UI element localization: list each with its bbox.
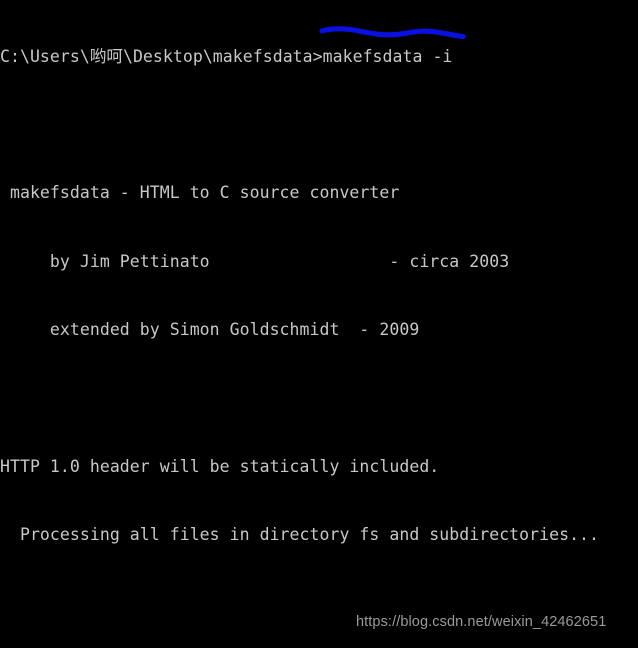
csdn-blog-watermark: https://blog.csdn.net/weixin_42462651 (356, 614, 607, 630)
console-line: HTTP 1.0 header will be statically inclu… (0, 456, 440, 476)
console-output-text: C:\Users\哟呵\Desktop\makefsdata>makefsdat… (0, 0, 638, 648)
console-line: extended by Simon Goldschmidt - 2009 (0, 320, 420, 340)
console-line: C:\Users\哟呵\Desktop\makefsdata>makefsdat… (0, 46, 453, 66)
console-window[interactable]: C:\Users\哟呵\Desktop\makefsdata>makefsdat… (0, 0, 638, 648)
console-line: by Jim Pettinato - circa 2003 (0, 251, 510, 271)
console-line: makefsdata - HTML to C source converter (0, 183, 400, 203)
console-line: Processing all files in directory fs and… (0, 525, 600, 545)
